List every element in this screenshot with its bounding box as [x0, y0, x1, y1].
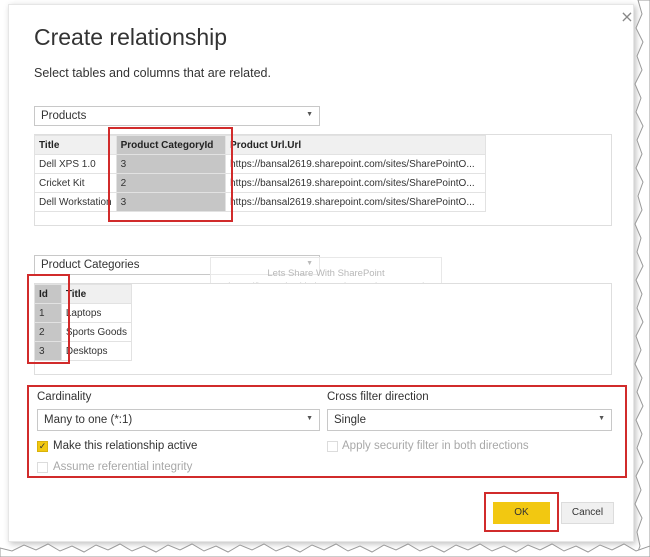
table-row: Cricket Kit 2 https://bansal2619.sharepo… [34, 173, 486, 193]
highlight-box-ok [484, 492, 559, 532]
torn-edge-bottom [0, 543, 650, 557]
column-header-product-url[interactable]: Product Url.Url [225, 135, 486, 155]
table-cell: https://bansal2619.sharepoint.com/sites/… [225, 192, 486, 212]
table1-grid: Title Product CategoryId Product Url.Url… [34, 135, 486, 212]
table-cell: Desktops [60, 341, 133, 361]
highlight-box-id [27, 274, 70, 364]
watermark-line1: Lets Share With SharePoint [267, 268, 385, 279]
column-header-title[interactable]: Title [34, 135, 117, 155]
dialog-subtitle: Select tables and columns that are relat… [34, 66, 271, 80]
column-header-title[interactable]: Title [60, 284, 133, 304]
table-cell: https://bansal2619.sharepoint.com/sites/… [225, 173, 486, 193]
cancel-button[interactable]: Cancel [561, 502, 614, 524]
table-cell: https://bansal2619.sharepoint.com/sites/… [225, 154, 486, 174]
table-cell: Dell Workstation [34, 192, 117, 212]
table1-select-value: Products [41, 110, 87, 122]
table1-select[interactable]: Products ▼ [34, 106, 320, 126]
torn-edge-right [634, 0, 650, 557]
table-cell: Dell XPS 1.0 [34, 154, 117, 174]
chevron-down-icon: ▼ [306, 111, 313, 118]
table-cell: Cricket Kit [34, 173, 117, 193]
table-cell: Laptops [60, 303, 133, 323]
highlight-box-options [27, 385, 627, 478]
table-row: Dell Workstation 3 https://bansal2619.sh… [34, 192, 486, 212]
table-cell: Sports Goods [60, 322, 133, 342]
dialog-title: Create relationship [34, 24, 228, 50]
table2-select-value: Product Categories [41, 259, 140, 271]
table1-header-row: Title Product CategoryId Product Url.Url [34, 135, 486, 155]
table-row: Dell XPS 1.0 3 https://bansal2619.sharep… [34, 154, 486, 174]
highlight-box-categoryid [108, 127, 233, 222]
